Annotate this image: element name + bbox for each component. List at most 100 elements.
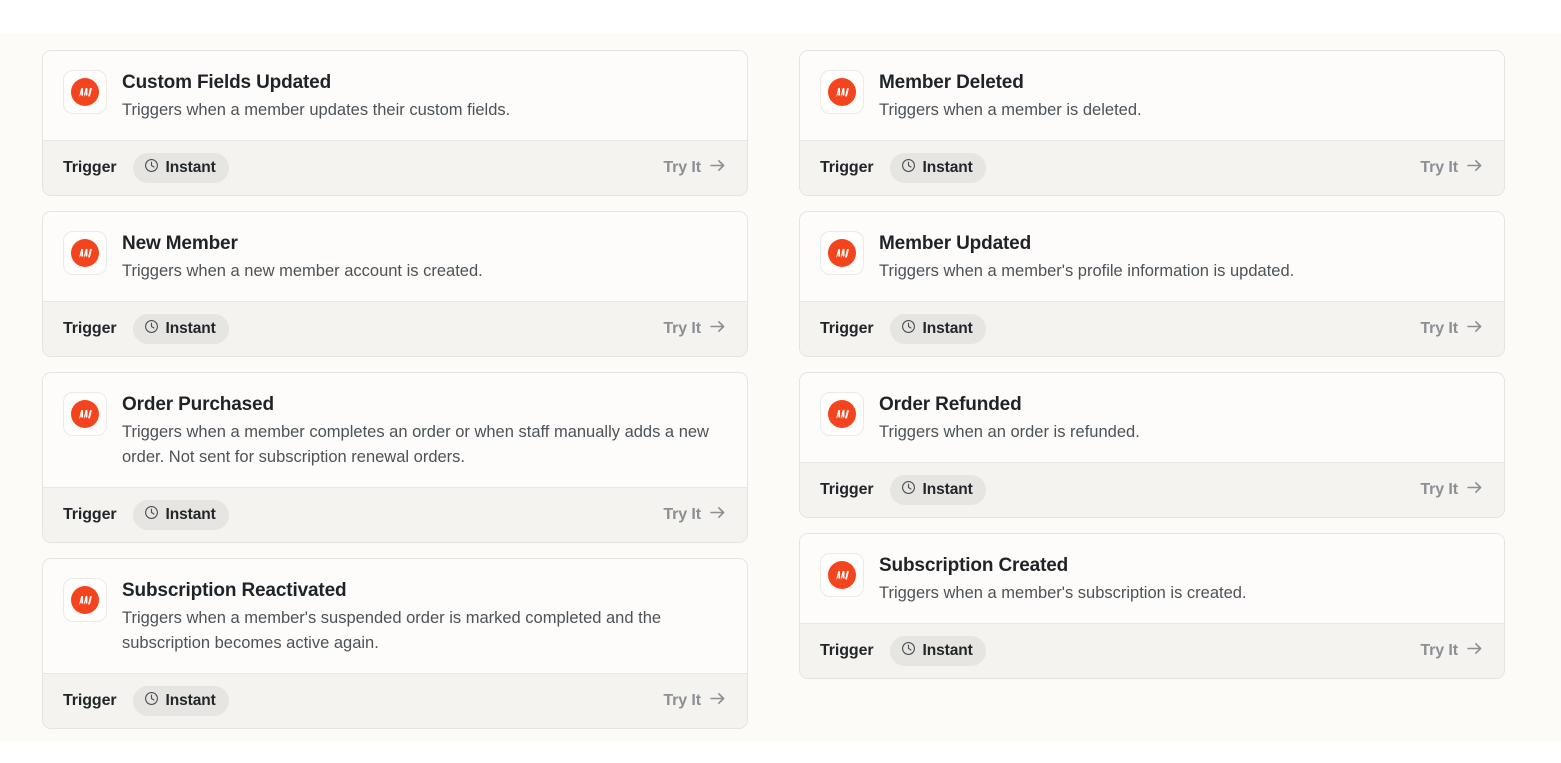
trigger-card-body: Order Refunded Triggers when an order is… — [800, 373, 1504, 462]
trigger-card-body: Order Purchased Triggers when a member c… — [43, 373, 747, 487]
trigger-card-description: Triggers when a member's suspended order… — [122, 606, 727, 656]
trigger-card-body: Custom Fields Updated Triggers when a me… — [43, 51, 747, 140]
trigger-card-description: Triggers when a new member account is cr… — [122, 259, 727, 284]
arrow-right-icon — [1465, 639, 1484, 663]
instant-badge-label: Instant — [166, 320, 216, 338]
try-it-label: Try It — [663, 506, 701, 524]
try-it-link[interactable]: Try It — [1420, 478, 1484, 502]
instant-badge-label: Instant — [923, 481, 973, 499]
instant-badge: Instant — [890, 636, 986, 666]
instant-badge-label: Instant — [923, 642, 973, 660]
trigger-card-text: Subscription Reactivated Triggers when a… — [122, 578, 727, 656]
trigger-card-footer: Trigger Instant Try It — [800, 623, 1504, 678]
trigger-card[interactable]: Member Updated Triggers when a member's … — [799, 211, 1505, 357]
trigger-card[interactable]: Subscription Reactivated Triggers when a… — [42, 558, 748, 729]
trigger-card[interactable]: Order Refunded Triggers when an order is… — [799, 372, 1505, 518]
trigger-card-title: Order Purchased — [122, 393, 727, 417]
trigger-card-title: Order Refunded — [879, 393, 1484, 417]
trigger-card-title: Member Deleted — [879, 71, 1484, 95]
trigger-card-grid: Custom Fields Updated Triggers when a me… — [42, 50, 1505, 729]
clock-icon — [144, 158, 159, 178]
trigger-type-label: Trigger — [820, 320, 874, 338]
trigger-card-text: Custom Fields Updated Triggers when a me… — [122, 70, 727, 123]
instant-badge: Instant — [133, 153, 229, 183]
trigger-card-body: Member Updated Triggers when a member's … — [800, 212, 1504, 301]
arrow-right-icon — [708, 317, 727, 341]
try-it-label: Try It — [663, 159, 701, 177]
trigger-card-text: New Member Triggers when a new member ac… — [122, 231, 727, 284]
trigger-card-footer: Trigger Instant Try It — [43, 301, 747, 356]
trigger-card-description: Triggers when a member completes an orde… — [122, 420, 727, 470]
trigger-type-label: Trigger — [820, 642, 874, 660]
instant-badge: Instant — [890, 475, 986, 505]
try-it-link[interactable]: Try It — [663, 317, 727, 341]
clock-icon — [901, 158, 916, 178]
try-it-label: Try It — [663, 692, 701, 710]
clock-icon — [901, 641, 916, 661]
try-it-link[interactable]: Try It — [1420, 156, 1484, 180]
instant-badge-label: Instant — [923, 159, 973, 177]
trigger-type-label: Trigger — [63, 506, 117, 524]
clock-icon — [144, 505, 159, 525]
trigger-card-column: Custom Fields Updated Triggers when a me… — [42, 50, 748, 729]
trigger-type-label: Trigger — [63, 320, 117, 338]
content-canvas: Custom Fields Updated Triggers when a me… — [0, 33, 1561, 741]
trigger-card-footer: Trigger Instant Try It — [800, 301, 1504, 356]
trigger-card-footer: Trigger Instant Try It — [43, 487, 747, 542]
instant-badge: Instant — [133, 500, 229, 530]
trigger-card-text: Order Purchased Triggers when a member c… — [122, 392, 727, 470]
trigger-card-description: Triggers when a member's subscription is… — [879, 581, 1484, 606]
trigger-card[interactable]: Member Deleted Triggers when a member is… — [799, 50, 1505, 196]
trigger-card-title: Member Updated — [879, 232, 1484, 256]
memberful-logo-icon — [63, 231, 107, 275]
trigger-card-title: Custom Fields Updated — [122, 71, 727, 95]
trigger-card-footer: Trigger Instant Try It — [800, 140, 1504, 195]
try-it-label: Try It — [663, 320, 701, 338]
trigger-card-description: Triggers when a member's profile informa… — [879, 259, 1484, 284]
try-it-label: Try It — [1420, 320, 1458, 338]
try-it-link[interactable]: Try It — [663, 156, 727, 180]
trigger-card[interactable]: Custom Fields Updated Triggers when a me… — [42, 50, 748, 196]
instant-badge: Instant — [133, 314, 229, 344]
trigger-card-column: Member Deleted Triggers when a member is… — [799, 50, 1505, 679]
instant-badge-label: Instant — [166, 692, 216, 710]
trigger-card-text: Subscription Created Triggers when a mem… — [879, 553, 1484, 606]
try-it-link[interactable]: Try It — [663, 503, 727, 527]
arrow-right-icon — [1465, 156, 1484, 180]
trigger-card-title: Subscription Created — [879, 554, 1484, 578]
instant-badge-label: Instant — [923, 320, 973, 338]
instant-badge: Instant — [133, 686, 229, 716]
memberful-logo-icon — [63, 578, 107, 622]
memberful-logo-icon — [63, 70, 107, 114]
arrow-right-icon — [708, 156, 727, 180]
clock-icon — [144, 691, 159, 711]
trigger-card-description: Triggers when a member is deleted. — [879, 98, 1484, 123]
memberful-logo-icon — [820, 70, 864, 114]
trigger-card-body: Member Deleted Triggers when a member is… — [800, 51, 1504, 140]
trigger-type-label: Trigger — [820, 159, 874, 177]
try-it-link[interactable]: Try It — [1420, 317, 1484, 341]
try-it-link[interactable]: Try It — [1420, 639, 1484, 663]
trigger-card[interactable]: Subscription Created Triggers when a mem… — [799, 533, 1505, 679]
memberful-logo-icon — [820, 231, 864, 275]
page-root: Custom Fields Updated Triggers when a me… — [0, 0, 1561, 763]
memberful-logo-icon — [820, 553, 864, 597]
try-it-link[interactable]: Try It — [663, 689, 727, 713]
trigger-card-text: Member Updated Triggers when a member's … — [879, 231, 1484, 284]
trigger-card[interactable]: New Member Triggers when a new member ac… — [42, 211, 748, 357]
try-it-label: Try It — [1420, 642, 1458, 660]
instant-badge-label: Instant — [166, 506, 216, 524]
trigger-card-text: Order Refunded Triggers when an order is… — [879, 392, 1484, 445]
arrow-right-icon — [708, 689, 727, 713]
trigger-card-text: Member Deleted Triggers when a member is… — [879, 70, 1484, 123]
arrow-right-icon — [708, 503, 727, 527]
trigger-card-body: Subscription Reactivated Triggers when a… — [43, 559, 747, 673]
clock-icon — [901, 319, 916, 339]
memberful-logo-icon — [63, 392, 107, 436]
try-it-label: Try It — [1420, 481, 1458, 499]
instant-badge-label: Instant — [166, 159, 216, 177]
trigger-card[interactable]: Order Purchased Triggers when a member c… — [42, 372, 748, 543]
trigger-card-title: Subscription Reactivated — [122, 579, 727, 603]
trigger-card-description: Triggers when an order is refunded. — [879, 420, 1484, 445]
clock-icon — [144, 319, 159, 339]
